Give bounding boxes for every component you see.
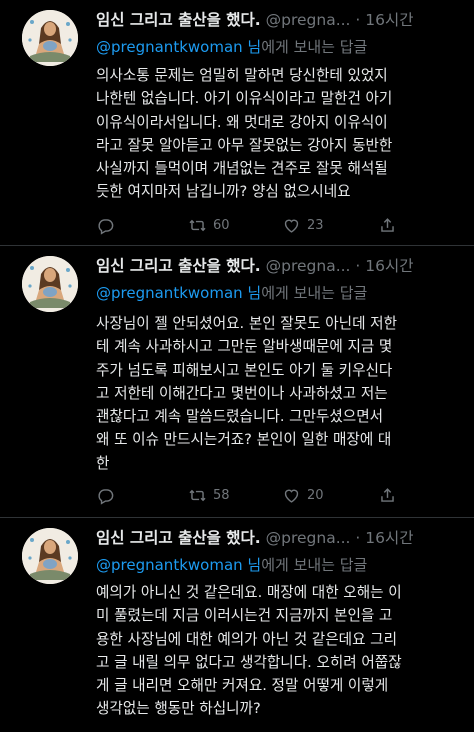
share-button[interactable] [378, 486, 403, 505]
display-name[interactable]: 임신 그리고 출산을 했다. [96, 11, 261, 29]
share-icon [381, 218, 394, 232]
retweet-icon [189, 489, 206, 502]
like-icon [284, 219, 299, 233]
tweet[interactable]: 임신 그리고 출산을 했다. @pregna... · 16시간 @pregna… [0, 518, 474, 732]
tweet-actions: 60 23 [96, 216, 456, 236]
like-count: 20 [307, 488, 324, 503]
like-button[interactable]: 23 [282, 216, 324, 235]
reply-suffix: 에게 보내는 답글 [261, 284, 368, 302]
like-button[interactable]: 20 [282, 486, 324, 505]
tweet-actions: 58 20 [96, 486, 456, 506]
avatar[interactable] [22, 528, 78, 584]
share-button[interactable] [378, 216, 403, 235]
retweet-button[interactable]: 60 [188, 216, 230, 235]
reply-button[interactable] [96, 486, 121, 505]
handle-and-time[interactable]: @pregna... · 16시간 [266, 11, 414, 29]
handle-and-time[interactable]: @pregna... · 16시간 [266, 529, 414, 547]
like-icon [284, 489, 299, 503]
reply-user-link[interactable]: @pregnantkwoman 님 [96, 38, 261, 56]
reply-user-link[interactable]: @pregnantkwoman 님 [96, 284, 261, 302]
like-count: 23 [307, 218, 324, 233]
display-name[interactable]: 임신 그리고 출산을 했다. [96, 529, 261, 547]
avatar-illustration [22, 528, 78, 584]
tweet-text: 사장님이 젤 안되셨어요. 본인 잘못도 아닌데 저한 테 계속 사과하시고 그… [96, 315, 397, 472]
tweet-text: 의사소통 문제는 엄밀히 말하면 당신한테 있었지 나한텐 없습니다. 아기 이… [96, 67, 393, 201]
avatar[interactable] [22, 256, 78, 312]
reply-context: @pregnantkwoman 님에게 보내는 답글 [96, 37, 367, 57]
tweet-header: 임신 그리고 출산을 했다. @pregna... · 16시간 [96, 10, 414, 30]
tweet[interactable]: 임신 그리고 출산을 했다. @pregna... · 16시간 @pregna… [0, 246, 474, 518]
reply-user-link[interactable]: @pregnantkwoman 님 [96, 556, 261, 574]
avatar[interactable] [22, 10, 78, 66]
tweet[interactable]: 임신 그리고 출산을 했다. @pregna... · 16시간 @pregna… [0, 0, 474, 246]
retweet-count: 58 [213, 488, 230, 503]
retweet-count: 60 [213, 218, 230, 233]
reply-context: @pregnantkwoman 님에게 보내는 답글 [96, 555, 367, 575]
display-name[interactable]: 임신 그리고 출산을 했다. [96, 257, 261, 275]
tweet-text: 예의가 아니신 것 같은데요. 매장에 대한 오해는 이 미 풀렸는데 지금 이… [96, 584, 402, 718]
reply-context: @pregnantkwoman 님에게 보내는 답글 [96, 283, 367, 303]
retweet-button[interactable]: 58 [188, 486, 230, 505]
reply-button[interactable] [96, 216, 121, 235]
retweet-icon [189, 219, 206, 232]
handle-and-time[interactable]: @pregna... · 16시간 [266, 257, 414, 275]
reply-suffix: 에게 보내는 답글 [261, 38, 368, 56]
avatar-illustration [22, 10, 78, 66]
share-icon [381, 488, 394, 502]
reply-suffix: 에게 보내는 답글 [261, 556, 368, 574]
tweet-header: 임신 그리고 출산을 했다. @pregna... · 16시간 [96, 528, 414, 548]
avatar-illustration [22, 256, 78, 312]
reply-icon [98, 219, 114, 235]
reply-icon [98, 489, 114, 505]
tweet-header: 임신 그리고 출산을 했다. @pregna... · 16시간 [96, 256, 414, 276]
